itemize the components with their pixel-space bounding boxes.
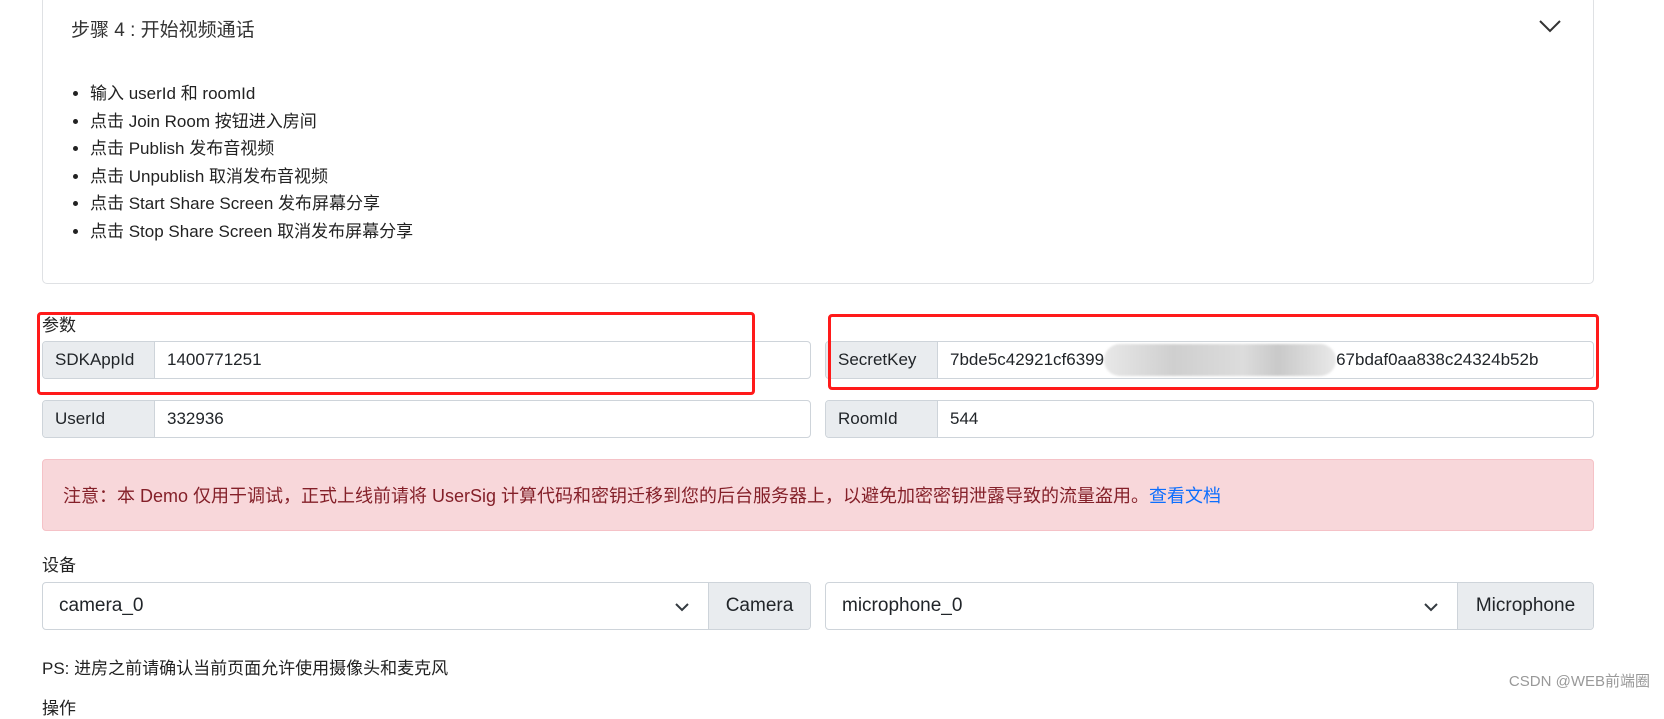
userid-input[interactable]: 332936 [155, 401, 810, 437]
step-4-panel: 步骤 4 : 开始视频通话 输入 userId 和 roomId 点击 Join… [42, 0, 1594, 284]
microphone-select-value: microphone_0 [842, 595, 963, 616]
camera-select-value: camera_0 [59, 595, 144, 616]
panel-title: 步骤 4 : 开始视频通话 [71, 20, 255, 41]
microphone-addon: Microphone [1457, 583, 1593, 629]
userid-field: UserId 332936 [42, 400, 811, 438]
list-item: 点击 Join Room 按钮进入房间 [90, 108, 413, 136]
list-item: 点击 Unpublish 取消发布音视频 [90, 163, 413, 191]
permission-note: PS: 进房之前请确认当前页面允许使用摄像头和麦克风 [42, 659, 449, 678]
list-item: 点击 Start Share Screen 发布屏幕分享 [90, 190, 413, 218]
roomid-field: RoomId 544 [825, 400, 1594, 438]
highlight-box-secretkey [828, 314, 1599, 390]
list-item: 输入 userId 和 roomId [90, 80, 413, 108]
actions-label: 操作 [42, 699, 76, 718]
camera-select-group: camera_0 Camera [42, 582, 811, 630]
watermark: CSDN @WEB前端圈 [1508, 673, 1650, 690]
chevron-down-icon [1424, 603, 1438, 612]
userid-label: UserId [43, 401, 155, 437]
microphone-select[interactable]: microphone_0 [826, 583, 1457, 629]
chevron-down-icon [675, 603, 689, 612]
list-item: 点击 Stop Share Screen 取消发布屏幕分享 [90, 218, 413, 246]
microphone-select-group: microphone_0 Microphone [825, 582, 1594, 630]
chevron-down-icon[interactable] [1535, 11, 1565, 41]
view-docs-link[interactable]: 查看文档 [1149, 482, 1221, 508]
roomid-input[interactable]: 544 [938, 401, 1593, 437]
camera-addon: Camera [708, 583, 810, 629]
highlight-box-sdkappid [37, 312, 755, 395]
roomid-label: RoomId [826, 401, 938, 437]
warning-alert: 注意：本 Demo 仅用于调试，正式上线前请将 UserSig 计算代码和密钥迁… [42, 459, 1594, 531]
devices-label: 设备 [42, 556, 76, 575]
camera-select[interactable]: camera_0 [43, 583, 708, 629]
list-item: 点击 Publish 发布音视频 [90, 135, 413, 163]
alert-text: 注意：本 Demo 仅用于调试，正式上线前请将 UserSig 计算代码和密钥迁… [63, 486, 1150, 506]
step-list: 输入 userId 和 roomId 点击 Join Room 按钮进入房间 点… [90, 80, 413, 246]
